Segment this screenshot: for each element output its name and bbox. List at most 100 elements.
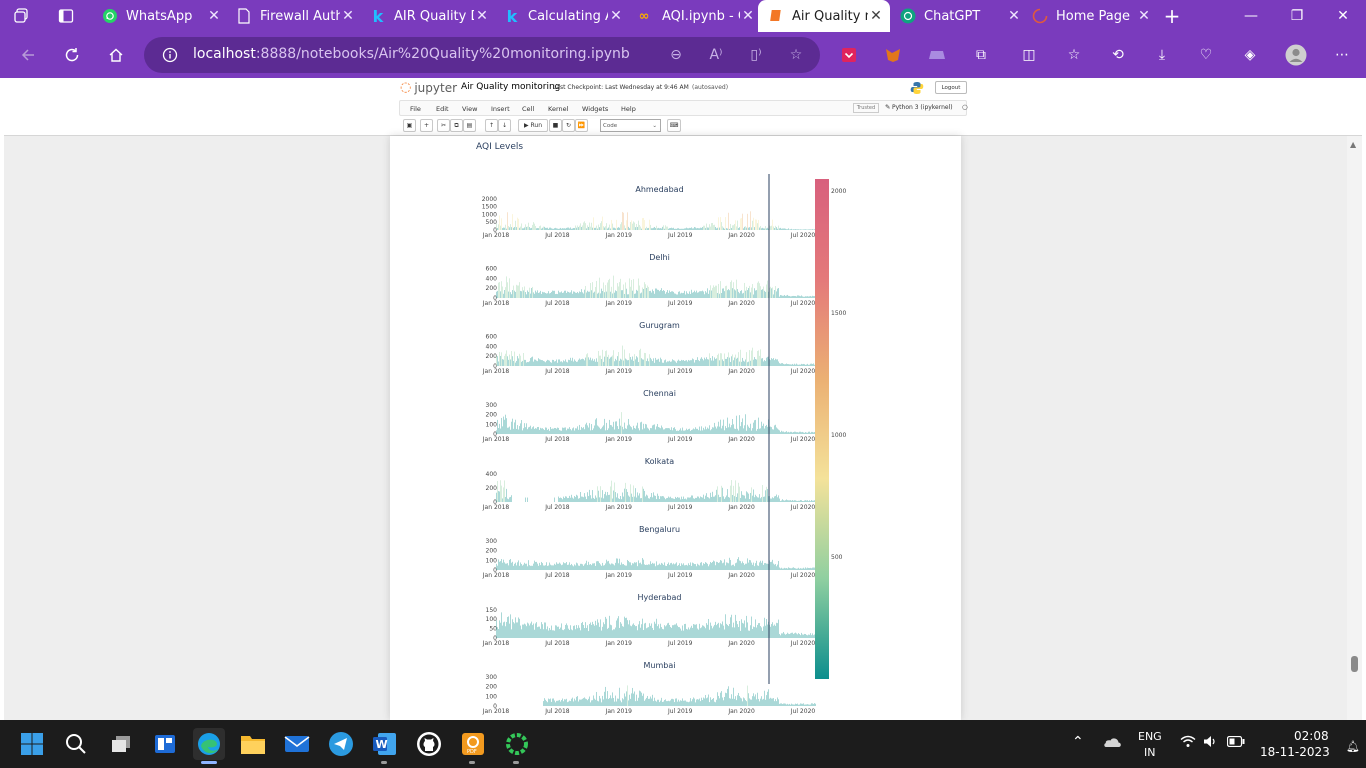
close-icon[interactable]: ✕ bbox=[740, 8, 756, 24]
favorites-icon[interactable]: ☆ bbox=[1062, 43, 1086, 67]
page-scrollbar[interactable]: ▲ bbox=[1347, 136, 1362, 720]
history-icon[interactable]: ⟲ bbox=[1106, 43, 1130, 67]
mail-button[interactable] bbox=[281, 728, 313, 760]
ring-app-button[interactable] bbox=[501, 728, 533, 760]
tab-aqi-colab[interactable]: ∞ AQI.ipynb - C ✕ bbox=[626, 0, 756, 32]
clock-time[interactable]: 02:08 bbox=[1294, 729, 1329, 743]
aqi-bar bbox=[605, 491, 606, 502]
extension-pocket-icon[interactable] bbox=[837, 43, 861, 67]
github-button[interactable] bbox=[413, 728, 445, 760]
minimize-button[interactable]: — bbox=[1228, 0, 1274, 32]
search-button[interactable] bbox=[60, 728, 92, 760]
file-explorer-button[interactable] bbox=[237, 728, 269, 760]
aqi-bar bbox=[764, 360, 765, 366]
extension-gamepad-icon[interactable] bbox=[925, 43, 949, 67]
extensions-icon[interactable]: ⧉ bbox=[969, 43, 993, 67]
zoom-out-icon[interactable]: ⊖ bbox=[666, 45, 686, 65]
close-window-button[interactable]: ✕ bbox=[1320, 0, 1366, 32]
telegram-button[interactable] bbox=[325, 728, 357, 760]
aqi-bar bbox=[789, 364, 790, 366]
aqi-bar bbox=[650, 290, 651, 298]
close-icon[interactable]: ✕ bbox=[340, 8, 356, 24]
downloads-icon[interactable]: ⤓ bbox=[1150, 43, 1174, 67]
refresh-button[interactable] bbox=[56, 39, 88, 71]
aqi-bar bbox=[563, 630, 564, 638]
tab-home-page[interactable]: Home Page ✕ bbox=[1028, 0, 1152, 32]
aqi-bar bbox=[580, 223, 581, 230]
profile-avatar[interactable] bbox=[1284, 43, 1308, 67]
aqi-bar bbox=[689, 291, 690, 298]
tab-chatgpt[interactable]: ChatGPT ✕ bbox=[894, 0, 1022, 32]
home-button[interactable] bbox=[100, 39, 132, 71]
aqi-bar bbox=[638, 697, 639, 706]
aqi-bar bbox=[498, 629, 499, 638]
aqi-bar bbox=[614, 629, 615, 638]
copilot-icon[interactable]: ◈ bbox=[1238, 43, 1262, 67]
aqi-bar bbox=[524, 227, 525, 230]
tab-air-quality-dataset[interactable]: k AIR Quality D ✕ bbox=[360, 0, 490, 32]
aqi-bar bbox=[754, 227, 755, 230]
tab-calculating-aqi[interactable]: k Calculating A ✕ bbox=[494, 0, 624, 32]
word-button[interactable]: W bbox=[369, 728, 401, 760]
chevron-up-icon[interactable]: ⌃ bbox=[1072, 734, 1084, 750]
aqi-bar bbox=[725, 217, 726, 230]
region-indicator[interactable]: IN bbox=[1144, 746, 1155, 759]
volume-icon[interactable] bbox=[1203, 735, 1217, 752]
extension-metamask-icon[interactable] bbox=[881, 43, 905, 67]
close-icon[interactable]: ✕ bbox=[608, 8, 624, 24]
tab-firewall-auth[interactable]: Firewall Auth ✕ bbox=[226, 0, 356, 32]
tab-air-quality-monitoring[interactable]: Air Quality m ✕ bbox=[758, 0, 890, 32]
more-menu-icon[interactable]: ⋯ bbox=[1330, 43, 1354, 67]
clock-date[interactable]: 18-11-2023 bbox=[1260, 745, 1330, 759]
close-icon[interactable]: ✕ bbox=[474, 8, 490, 24]
aqi-bar bbox=[809, 634, 810, 638]
news-app-button[interactable] bbox=[149, 728, 181, 760]
aqi-bar bbox=[621, 702, 622, 706]
close-icon[interactable]: ✕ bbox=[1136, 8, 1152, 24]
edge-button[interactable] bbox=[193, 728, 225, 760]
aqi-bar bbox=[696, 359, 697, 366]
aqi-bar bbox=[814, 432, 815, 434]
aqi-bar bbox=[743, 623, 744, 638]
aqi-bar bbox=[511, 495, 512, 502]
new-tab-button[interactable]: + bbox=[1160, 0, 1184, 32]
close-icon[interactable]: ✕ bbox=[1006, 8, 1022, 24]
start-button[interactable] bbox=[16, 728, 48, 760]
aqi-bar bbox=[543, 629, 544, 638]
notification-bell-icon[interactable]: 🔔︎ bbox=[1346, 740, 1360, 753]
close-icon[interactable]: ✕ bbox=[206, 8, 222, 24]
aqi-bar bbox=[770, 498, 771, 502]
language-indicator[interactable]: ENG bbox=[1138, 730, 1162, 743]
aqi-bar bbox=[529, 227, 530, 230]
favorite-star-icon[interactable]: ☆ bbox=[786, 45, 806, 65]
tab-actions-button[interactable] bbox=[58, 0, 84, 32]
aqi-bar bbox=[685, 228, 686, 230]
wifi-icon[interactable] bbox=[1180, 735, 1196, 752]
aqi-bar bbox=[597, 619, 598, 638]
aqi-bar bbox=[782, 228, 783, 230]
aqi-bar bbox=[518, 358, 519, 366]
scroll-up-arrow-icon[interactable]: ▲ bbox=[1350, 140, 1356, 149]
aqi-bar bbox=[591, 222, 592, 230]
read-aloud-icon[interactable]: A⁾ bbox=[706, 45, 726, 65]
aqi-bar bbox=[572, 630, 573, 638]
battery-icon[interactable] bbox=[1226, 735, 1245, 751]
workspaces-button[interactable] bbox=[14, 0, 40, 32]
aqi-bar bbox=[783, 631, 784, 638]
onedrive-icon[interactable] bbox=[1102, 734, 1122, 751]
immersive-reader-icon[interactable]: ▯⁾ bbox=[746, 45, 766, 65]
aqi-bar bbox=[651, 698, 652, 706]
site-info-icon[interactable] bbox=[160, 45, 180, 65]
aqi-bar bbox=[724, 291, 725, 298]
address-bar[interactable]: localhost:8888/notebooks/Air%20Quality%2… bbox=[144, 37, 820, 73]
tab-whatsapp[interactable]: WhatsApp ✕ bbox=[92, 0, 222, 32]
pdf-app-button[interactable]: PDF bbox=[457, 728, 489, 760]
scrollbar-thumb[interactable] bbox=[1351, 656, 1358, 672]
aqi-bar bbox=[809, 568, 810, 570]
close-icon[interactable]: ✕ bbox=[868, 8, 884, 24]
task-view-button[interactable] bbox=[105, 728, 137, 760]
split-screen-icon[interactable]: ◫ bbox=[1017, 43, 1041, 67]
performance-icon[interactable]: ♡ bbox=[1194, 43, 1218, 67]
back-button[interactable] bbox=[12, 39, 44, 71]
restore-button[interactable]: ❐ bbox=[1274, 0, 1320, 32]
